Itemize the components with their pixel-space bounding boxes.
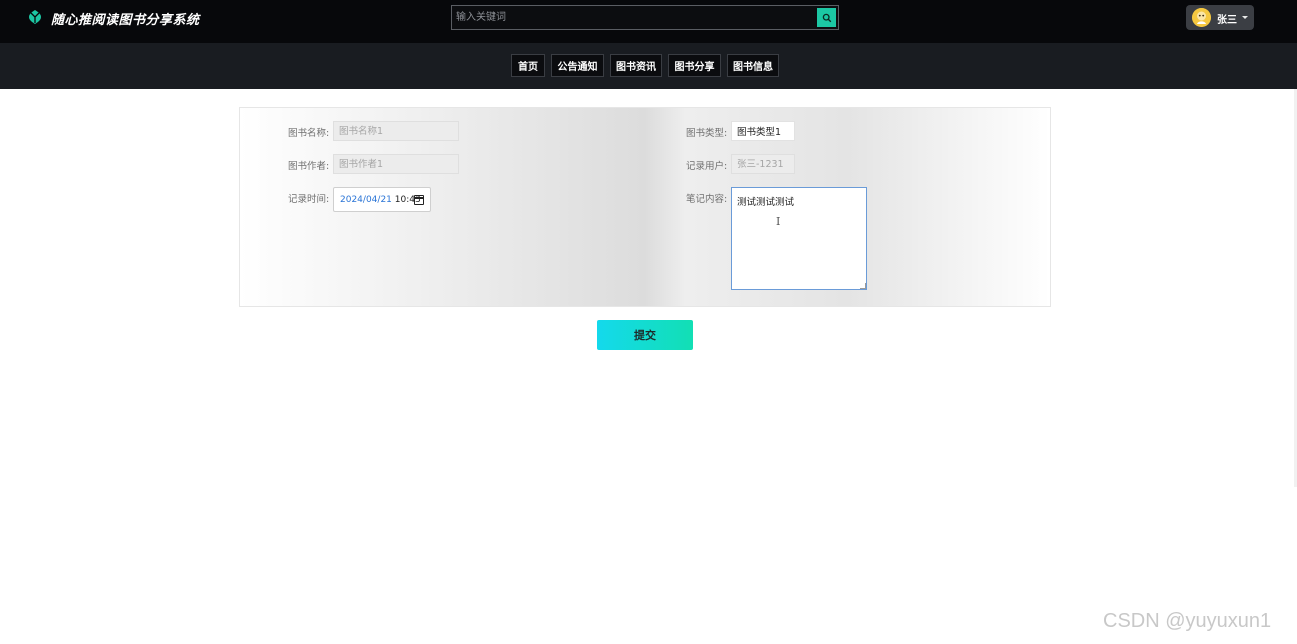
nav-item-book-news[interactable]: 图书资讯 bbox=[610, 54, 662, 77]
book-type-field[interactable] bbox=[731, 121, 795, 141]
search-button[interactable] bbox=[817, 8, 836, 27]
note-content-label: 笔记内容: bbox=[686, 194, 728, 205]
nav-item-home[interactable]: 首页 bbox=[511, 54, 545, 77]
search-input[interactable] bbox=[456, 9, 811, 26]
book-name-field[interactable] bbox=[333, 121, 459, 141]
user-avatar bbox=[1192, 8, 1211, 27]
search-icon bbox=[822, 13, 831, 22]
book-type-label: 图书类型: bbox=[686, 128, 728, 139]
leaf-logo-icon bbox=[29, 10, 41, 24]
main-nav: 首页 公告通知 图书资讯 图书分享 图书信息 bbox=[0, 43, 1297, 89]
username: 张三 bbox=[1217, 15, 1237, 26]
book-author-label: 图书作者: bbox=[288, 161, 330, 172]
top-bar: 随心推阅读图书分享系统 张三 bbox=[0, 0, 1297, 43]
record-user-label: 记录用户: bbox=[686, 161, 728, 172]
book-name-label: 图书名称: bbox=[288, 128, 330, 139]
record-time-picker[interactable]: 2024/04/21 10:43 bbox=[333, 187, 431, 212]
chevron-down-icon bbox=[1242, 16, 1248, 19]
search-box bbox=[451, 5, 839, 30]
nav-item-book-info[interactable]: 图书信息 bbox=[727, 54, 779, 77]
app-title: 随心推阅读图书分享系统 bbox=[51, 13, 200, 28]
record-user-field[interactable] bbox=[731, 154, 795, 174]
resize-handle-icon[interactable] bbox=[860, 283, 866, 289]
record-time-value: 2024/04/21 10:43 bbox=[340, 195, 421, 205]
note-form: 图书名称: 图书作者: 记录时间: 2024/04/21 10:43 图书类型:… bbox=[239, 107, 1051, 307]
note-content-field[interactable]: 测试测试测试 bbox=[731, 187, 867, 290]
book-author-field[interactable] bbox=[333, 154, 459, 174]
watermark: CSDN @yuyuxun1 bbox=[1103, 610, 1272, 632]
nav-item-book-share[interactable]: 图书分享 bbox=[668, 54, 721, 77]
record-time-label: 记录时间: bbox=[288, 194, 330, 205]
text-cursor-icon: I bbox=[776, 215, 781, 228]
submit-button[interactable]: 提交 bbox=[597, 320, 693, 350]
nav-item-notices[interactable]: 公告通知 bbox=[551, 54, 604, 77]
calendar-icon[interactable] bbox=[414, 195, 424, 205]
user-menu[interactable]: 张三 bbox=[1186, 5, 1254, 30]
